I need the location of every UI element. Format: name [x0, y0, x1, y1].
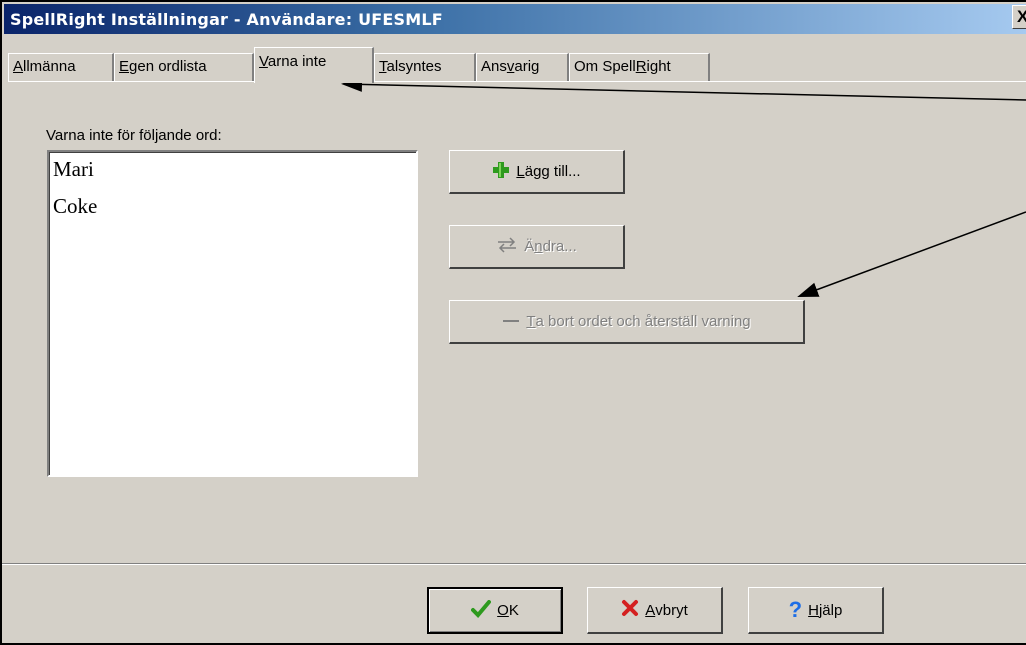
- annotation-arrows: [341, 76, 1026, 298]
- tab-label-mnemonic: V: [259, 53, 268, 70]
- arrow-to-tab: [341, 76, 1026, 101]
- tab-varna-inte[interactable]: Varna inte: [254, 47, 374, 83]
- arrow-to-remove-button: [797, 211, 1026, 298]
- tab-label-post: arna inte: [267, 53, 327, 70]
